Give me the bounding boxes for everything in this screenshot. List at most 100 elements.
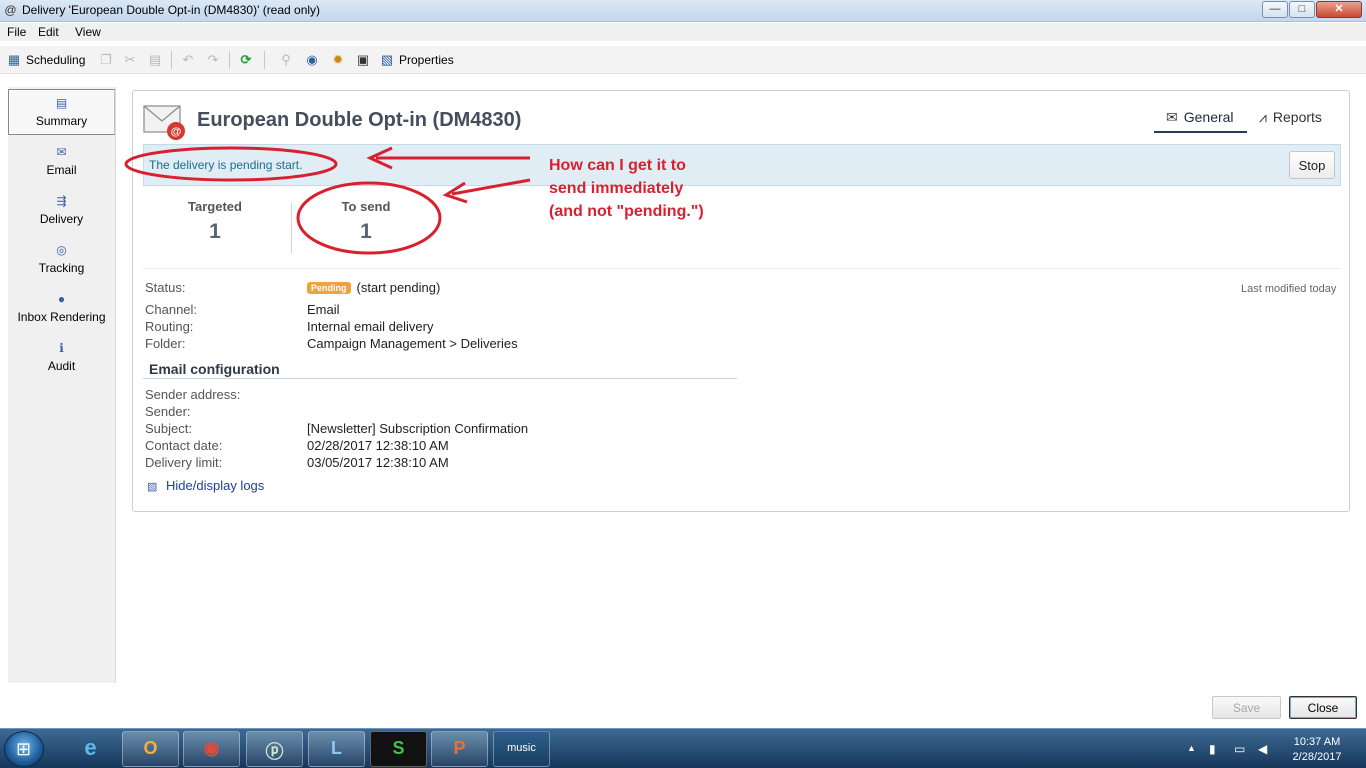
stop-button[interactable]: Stop xyxy=(1289,151,1335,179)
network-icon[interactable]: ◉ xyxy=(304,52,320,68)
save-button[interactable]: Save xyxy=(1212,696,1281,719)
properties-button[interactable]: Properties xyxy=(399,51,454,69)
last-modified: Last modified today xyxy=(1241,283,1337,295)
kpi-targeted: Targeted 1 xyxy=(140,199,290,244)
routing-label: Routing: xyxy=(145,319,194,334)
kpi-label: Targeted xyxy=(188,199,242,214)
delivery-icon: ⇶ xyxy=(56,194,67,208)
status-text: (start pending) xyxy=(356,280,441,295)
hide-display-logs-link[interactable]: Hide/display logs xyxy=(166,478,264,493)
tab-general[interactable]: ✉ General xyxy=(1154,109,1247,133)
annotation-text: How can I get it to xyxy=(549,157,686,174)
tray-device-icon[interactable]: ▮ xyxy=(1209,742,1216,756)
audit-icon: ℹ xyxy=(59,341,64,355)
delivery-limit-value: 03/05/2017 12:38:10 AM xyxy=(307,455,449,470)
delivery-summary-panel: @ European Double Opt-in (DM4830) ✉ Gener… xyxy=(132,90,1350,512)
sidebar-item-summary[interactable]: ▤ Summary xyxy=(8,89,115,135)
volume-icon[interactable]: ◀ xyxy=(1258,742,1267,756)
sidebar: ▤ Summary ✉ Email ⇶ Delivery ◎ Tracking … xyxy=(8,87,116,683)
email-icon: ✉ xyxy=(56,145,67,159)
channel-label: Channel: xyxy=(145,302,198,317)
page-title: European Double Opt-in (DM4830) xyxy=(197,109,522,131)
menu-file[interactable]: File xyxy=(7,25,26,39)
properties-icon[interactable]: ▧ xyxy=(379,52,395,68)
channel-value: Email xyxy=(307,302,340,317)
network-tray-icon[interactable]: ▭ xyxy=(1234,742,1245,756)
minimize-button[interactable]: — xyxy=(1262,1,1288,18)
app-p-icon[interactable]: ⓟ xyxy=(246,731,303,767)
calendar-icon[interactable]: ▦ xyxy=(6,52,22,68)
music-label: music xyxy=(507,742,536,754)
toolbar-divider xyxy=(229,51,230,69)
window-title: Delivery 'European Double Opt-in (DM4830… xyxy=(22,3,321,17)
folder-value: Campaign Management > Deliveries xyxy=(307,336,518,351)
section-divider xyxy=(143,378,737,379)
copy-icon[interactable]: ❐ xyxy=(98,52,114,68)
lync-icon[interactable]: L xyxy=(308,731,365,767)
sidebar-item-label: Summary xyxy=(35,114,88,128)
taskbar: ⊞ e O ◉ ⓟ L S P music ▲ ▮ ▭ ◀ 10:37 AM 2… xyxy=(0,728,1366,768)
redo-icon[interactable]: ↷ xyxy=(205,52,221,68)
close-button[interactable]: Close xyxy=(1289,696,1357,719)
svg-text:@: @ xyxy=(171,126,182,138)
toolbar-divider xyxy=(264,51,265,69)
start-button[interactable]: ⊞ xyxy=(4,731,44,767)
contact-date-value: 02/28/2017 12:38:10 AM xyxy=(307,438,449,453)
status-badge: Pending xyxy=(307,282,351,294)
window-icon[interactable]: ▣ xyxy=(355,52,371,68)
sidebar-item-inbox-rendering[interactable]: ● Inbox Rendering xyxy=(8,286,115,332)
envelope-icon: ✉ xyxy=(1166,109,1178,125)
sender-label: Sender: xyxy=(145,404,191,419)
sidebar-item-label: Tracking xyxy=(38,261,85,275)
kpi-label: To send xyxy=(341,199,391,214)
summary-icon: ▤ xyxy=(55,96,68,110)
kpi-value: 1 xyxy=(360,220,372,243)
settings-icon[interactable]: ✹ xyxy=(330,52,346,68)
sidebar-item-label: Delivery xyxy=(39,212,84,226)
sidebar-item-label: Audit xyxy=(47,359,76,373)
sidebar-item-label: Inbox Rendering xyxy=(17,310,106,324)
email-configuration-heading: Email configuration xyxy=(149,361,280,377)
subject-value: [Newsletter] Subscription Confirmation xyxy=(307,421,529,436)
banner-message: The delivery is pending start. xyxy=(149,158,303,172)
paste-icon[interactable]: ▤ xyxy=(147,52,163,68)
menu-view[interactable]: View xyxy=(75,25,101,39)
internet-explorer-icon[interactable]: e xyxy=(62,731,119,767)
menu-edit[interactable]: Edit xyxy=(38,25,59,39)
amazon-music-icon[interactable]: music xyxy=(493,731,550,767)
scheduling-button[interactable]: Scheduling xyxy=(26,51,85,69)
close-window-button[interactable]: ✕ xyxy=(1316,1,1362,18)
sidebar-item-email[interactable]: ✉ Email xyxy=(8,139,115,185)
tab-reports[interactable]: ⩘ Reports xyxy=(1259,109,1339,133)
annotation-text: (and not "pending.") xyxy=(549,203,704,220)
sidebar-item-label: Email xyxy=(46,163,77,177)
sender-address-label: Sender address: xyxy=(145,387,241,402)
clock-date: 2/28/2017 xyxy=(1292,751,1342,763)
toolbar-divider xyxy=(171,51,172,69)
sidebar-item-delivery[interactable]: ⇶ Delivery xyxy=(8,188,115,234)
redacted-sender-area xyxy=(287,385,523,419)
refresh-icon[interactable]: ⟳ xyxy=(238,52,254,68)
status-label: Status: xyxy=(145,280,186,295)
toolbar: ▦ Scheduling ❐ ✂ ▤ ↶ ↷ ⟳ ⚲ ◉ ✹ ▣ ▧ Prope… xyxy=(0,46,1366,74)
clock[interactable]: 10:37 AM 2/28/2017 xyxy=(1287,735,1347,765)
powerpoint-icon[interactable]: P xyxy=(431,731,488,767)
kpi-to-send: To send 1 xyxy=(291,199,441,244)
undo-icon[interactable]: ↶ xyxy=(180,52,196,68)
maximize-button[interactable]: □ xyxy=(1289,1,1315,18)
app-icon: @ xyxy=(4,3,17,17)
sidebar-item-audit[interactable]: ℹ Audit xyxy=(8,335,115,381)
chrome-icon[interactable]: ◉ xyxy=(183,731,240,767)
tray-expand-icon[interactable]: ▲ xyxy=(1187,743,1196,753)
tab-label: General xyxy=(1183,109,1234,125)
status-value: Pending (start pending) xyxy=(307,280,440,295)
cut-icon[interactable]: ✂ xyxy=(122,52,138,68)
outlook-icon[interactable]: O xyxy=(122,731,179,767)
attachment-icon[interactable]: ⚲ xyxy=(278,52,294,68)
app-s-icon[interactable]: S xyxy=(370,731,427,767)
sidebar-item-tracking[interactable]: ◎ Tracking xyxy=(8,237,115,283)
subject-label: Subject: xyxy=(145,421,192,436)
delivery-limit-label: Delivery limit: xyxy=(145,455,223,470)
kpi-value: 1 xyxy=(209,220,221,243)
contact-date-label: Contact date: xyxy=(145,438,223,453)
